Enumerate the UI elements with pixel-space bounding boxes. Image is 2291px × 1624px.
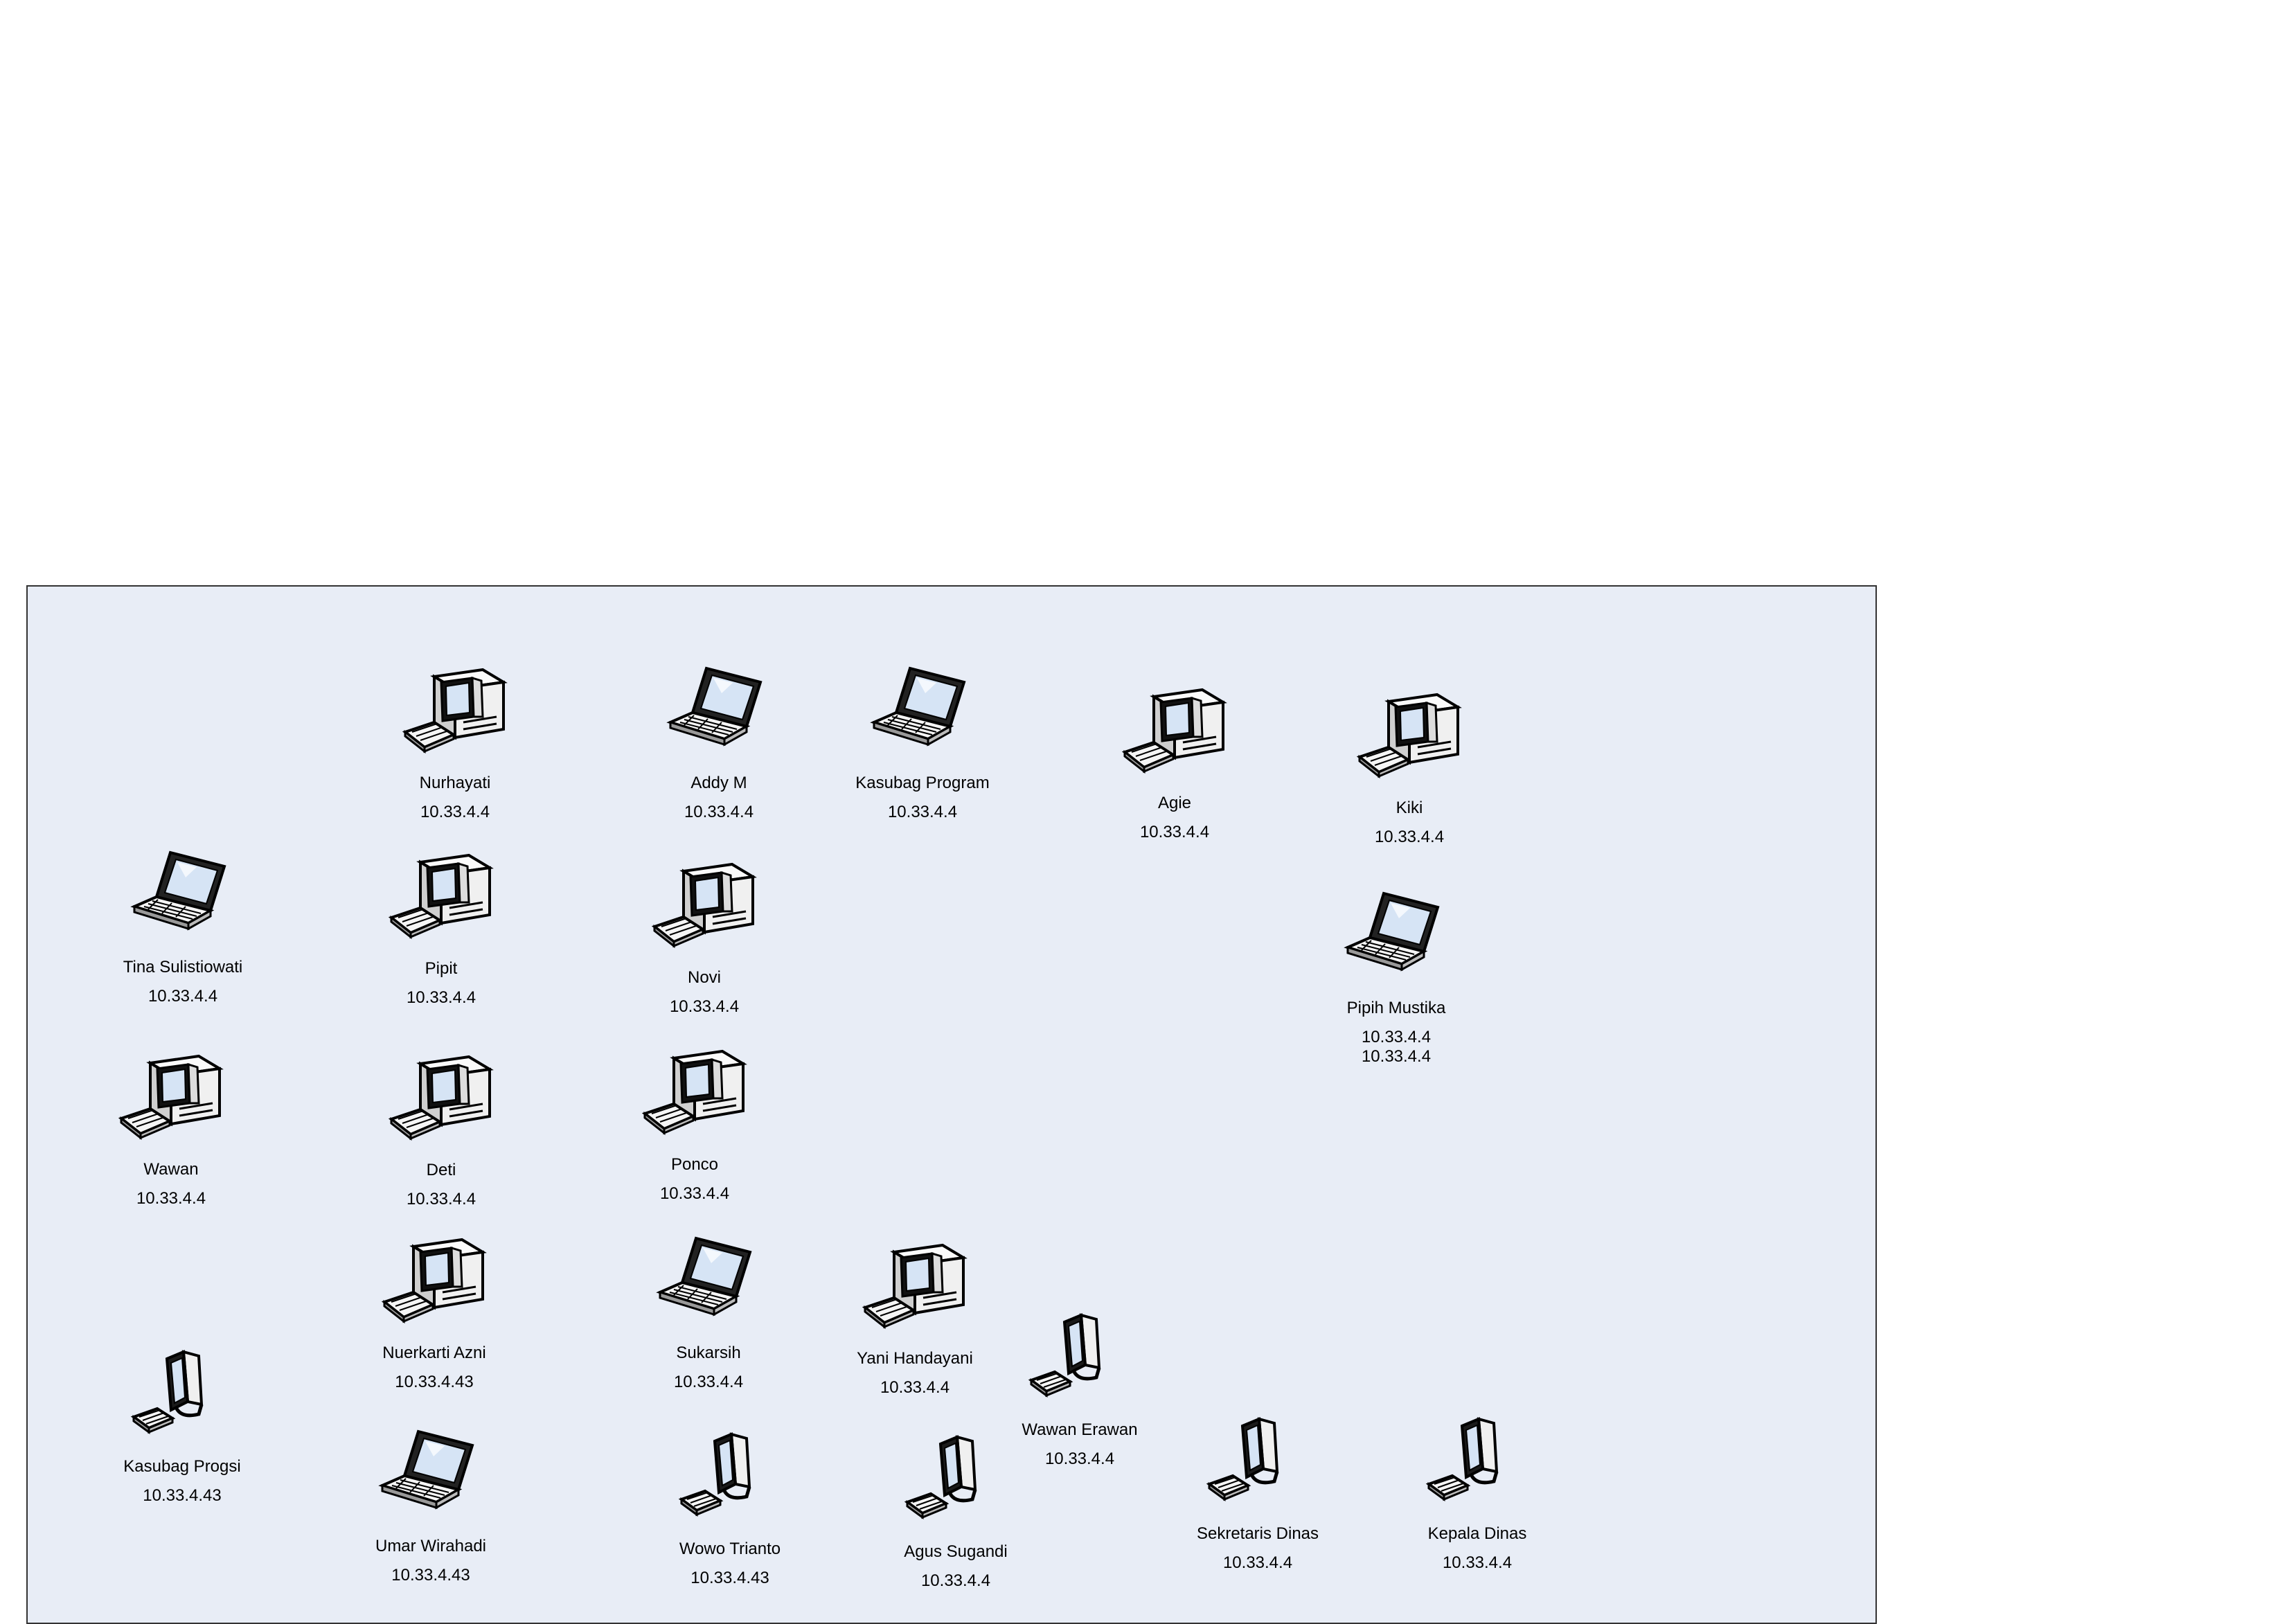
ip-address-label: 10.33.4.4: [920, 1571, 991, 1590]
desktop-tower-icon: [116, 1049, 226, 1146]
monitor-keyboard-icon: [1202, 1413, 1313, 1510]
ip-address-label: 10.33.4.4: [1374, 828, 1445, 846]
laptop-icon: [666, 666, 763, 747]
ip-address-label: 10.33.4.43: [143, 1486, 222, 1505]
desktop-tower-icon: [379, 1233, 490, 1330]
desktop-tower-icon: [400, 663, 510, 760]
ip-address-list: 10.33.4.43: [44, 1486, 321, 1506]
node-name-label: Pipih Mustika: [1346, 999, 1446, 1017]
ip-address-label: 10.33.4.4: [887, 803, 958, 821]
ip-address-label: 10.33.4.4: [880, 1378, 950, 1397]
node-name-label: Pipit: [425, 959, 458, 978]
node-name-label: Novi: [687, 968, 721, 987]
ip-address-label: 10.33.4.4: [406, 988, 476, 1007]
node-name-label: Kiki: [1396, 798, 1423, 817]
node-name-label: Kasubag Progsi: [123, 1457, 241, 1476]
ip-address-list: 10.33.4.4 10.33.4.4: [1258, 1028, 1535, 1067]
node-name-label: Wawan: [143, 1160, 199, 1179]
monitor-keyboard-icon: [130, 1350, 204, 1434]
desktop-tower-icon: [1119, 683, 1230, 780]
monitor-keyboard-icon: [675, 1429, 785, 1526]
laptop-icon: [127, 847, 238, 944]
ip-address-label: 10.33.4.43: [395, 1373, 474, 1391]
ip-address-list: 10.33.4.43: [292, 1566, 569, 1585]
desktop-tower-icon: [649, 857, 760, 954]
desktop-tower-icon: [388, 853, 494, 940]
ip-address-label: 10.33.4.4: [1361, 1047, 1432, 1066]
node-name-label: Deti: [426, 1161, 456, 1179]
monitor-keyboard-icon: [678, 1432, 751, 1517]
desktop-tower-icon: [402, 668, 508, 754]
desktop-tower-icon: [859, 1238, 970, 1335]
ip-address-list: 10.33.4.4: [1339, 1553, 1616, 1573]
desktop-tower-icon: [1354, 688, 1465, 785]
desktop-tower-icon: [862, 1243, 968, 1330]
desktop-tower-icon: [651, 862, 757, 949]
ip-address-label: 10.33.4.4: [659, 1184, 730, 1203]
monitor-keyboard-icon: [127, 1346, 238, 1443]
desktop-tower-icon: [386, 1050, 497, 1147]
desktop-tower-icon: [1121, 688, 1227, 774]
ip-address-list: 10.33.4.4: [566, 997, 843, 1017]
ip-address-label: 10.33.4.4: [1442, 1553, 1513, 1572]
ip-address-list: 10.33.4.4: [303, 988, 580, 1008]
ip-address-label: 10.33.4.4: [148, 987, 218, 1006]
ip-address-label: 10.33.4.4: [669, 997, 740, 1016]
ip-address-list: 10.33.4.4: [317, 803, 594, 822]
ip-address-list: 10.33.4.4: [776, 1378, 1053, 1398]
ip-address-list: 10.33.4.43: [296, 1373, 573, 1392]
desktop-tower-icon: [118, 1054, 224, 1141]
laptop-icon: [656, 1236, 752, 1317]
monitor-keyboard-icon: [900, 1431, 1011, 1528]
node-name-label: Nurhayati: [419, 774, 491, 792]
ip-address-label: 10.33.4.43: [391, 1566, 470, 1585]
laptop-icon: [1341, 888, 1452, 985]
monitor-keyboard-icon: [1206, 1417, 1279, 1501]
desktop-tower-icon: [388, 1055, 494, 1141]
node-name-label: Nuerkarti Azni: [382, 1344, 486, 1362]
monitor-keyboard-icon: [904, 1435, 977, 1519]
monitor-keyboard-icon: [1024, 1310, 1135, 1407]
laptop-icon: [1344, 891, 1440, 972]
node-name-label: Tina Sulistiowati: [123, 958, 243, 976]
ip-address-list: 10.33.4.4: [784, 803, 1061, 822]
desktop-tower-icon: [641, 1049, 747, 1136]
desktop-tower-icon: [639, 1044, 750, 1141]
ip-address-list: 10.33.4.4: [33, 1189, 310, 1208]
ip-address-label: 10.33.4.4: [1361, 1028, 1432, 1046]
ip-address-list: 10.33.4.4: [817, 1571, 1094, 1591]
laptop-icon: [130, 850, 226, 931]
network-diagram-area: Nurhayati 10.33.4.4 Addy M 10.33.4.4 Kas…: [26, 585, 1877, 1624]
ip-address-list: 10.33.4.4: [1271, 828, 1548, 847]
laptop-icon: [378, 1429, 474, 1510]
monitor-keyboard-icon: [1425, 1417, 1499, 1501]
desktop-tower-icon: [1356, 693, 1462, 779]
laptop-icon: [663, 663, 774, 760]
laptop-icon: [867, 663, 978, 760]
ip-address-list: 10.33.4.4: [556, 1184, 833, 1204]
node-name-label: Yani Handayani: [857, 1349, 973, 1368]
node-name-label: Kepala Dinas: [1427, 1524, 1527, 1543]
node-name-label: Kasubag Program: [855, 774, 990, 792]
ip-address-label: 10.33.4.4: [406, 1190, 476, 1208]
desktop-tower-icon: [386, 848, 497, 945]
laptop-icon: [375, 1426, 486, 1523]
laptop-icon: [870, 666, 966, 747]
desktop-tower-icon: [381, 1238, 487, 1324]
monitor-keyboard-icon: [1422, 1413, 1533, 1510]
laptop-icon: [653, 1233, 764, 1330]
ip-address-list: 10.33.4.4: [303, 1190, 580, 1209]
node-name-label: Agus Sugandi: [904, 1542, 1008, 1561]
ip-address-label: 10.33.4.4: [136, 1189, 206, 1208]
ip-address-label: 10.33.4.4: [420, 803, 490, 821]
monitor-keyboard-icon: [1028, 1313, 1101, 1398]
node-name-label: Umar Wirahadi: [375, 1537, 487, 1555]
ip-address-list: 10.33.4.4: [44, 987, 321, 1006]
node-name-label: Ponco: [670, 1155, 719, 1174]
